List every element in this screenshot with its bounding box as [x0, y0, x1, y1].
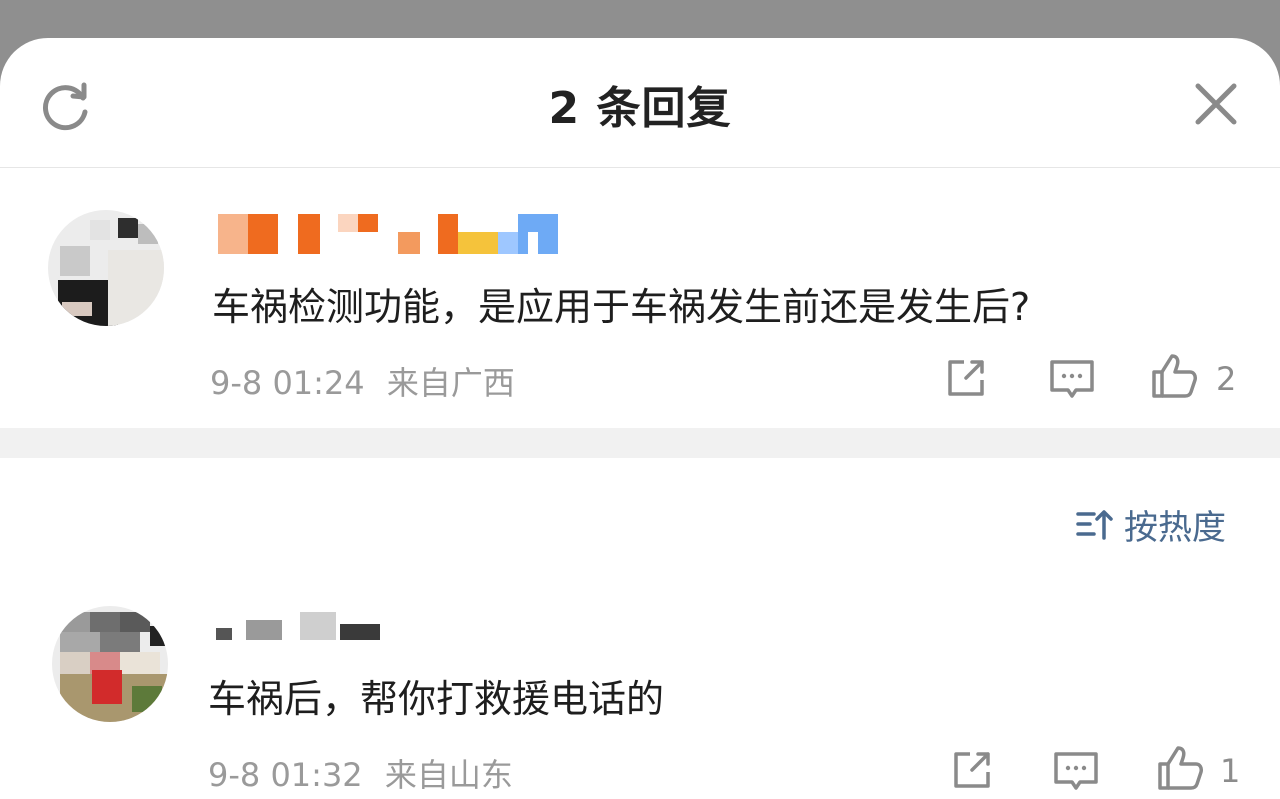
comment-meta: 9-8 01:32 来自山东	[208, 750, 513, 796]
sort-by-hot-button[interactable]: 按热度	[1074, 501, 1226, 548]
share-button[interactable]	[946, 744, 998, 796]
comment-meta: 9-8 01:24 来自广西	[210, 358, 515, 404]
reply-button[interactable]	[1046, 352, 1098, 404]
sheet-header: 2 条回复	[0, 38, 1280, 168]
comment-time: 9-8 01:24	[210, 364, 365, 402]
share-button[interactable]	[940, 352, 992, 404]
comment-icon	[1050, 360, 1094, 398]
comment-text: 车祸后，帮你打救援电话的	[208, 677, 665, 721]
avatar[interactable]	[48, 210, 164, 326]
sort-label: 按热度	[1124, 507, 1226, 548]
share-icon	[954, 752, 990, 788]
like-count: 1	[1220, 752, 1241, 790]
reply-sheet: 2 条回复 车祸检测功能，是应用于车祸发生前还是发生后? 9-8 01:24 来…	[0, 38, 1280, 799]
thumbs-up-icon	[1158, 746, 1203, 790]
like-button[interactable]	[1154, 742, 1206, 794]
comment-location: 来自广西	[386, 364, 515, 402]
user-name-redacted[interactable]	[216, 612, 380, 652]
comment-icon	[1054, 752, 1098, 790]
comment-location: 来自山东	[384, 756, 513, 794]
reply-button[interactable]	[1050, 744, 1102, 796]
close-button[interactable]	[1186, 74, 1246, 134]
sort-icon	[1076, 510, 1113, 540]
close-icon	[1195, 83, 1237, 125]
share-icon	[948, 360, 984, 396]
avatar[interactable]	[52, 606, 168, 722]
comment-text: 车祸检测功能，是应用于车祸发生前还是发生后?	[212, 285, 1031, 329]
section-divider	[0, 428, 1280, 458]
page-title: 2 条回复	[548, 83, 732, 134]
thumbs-up-icon	[1152, 354, 1197, 398]
like-button[interactable]	[1148, 350, 1200, 402]
comment-time: 9-8 01:32	[208, 756, 363, 794]
like-count: 2	[1216, 360, 1237, 398]
user-name-redacted[interactable]	[218, 214, 558, 254]
